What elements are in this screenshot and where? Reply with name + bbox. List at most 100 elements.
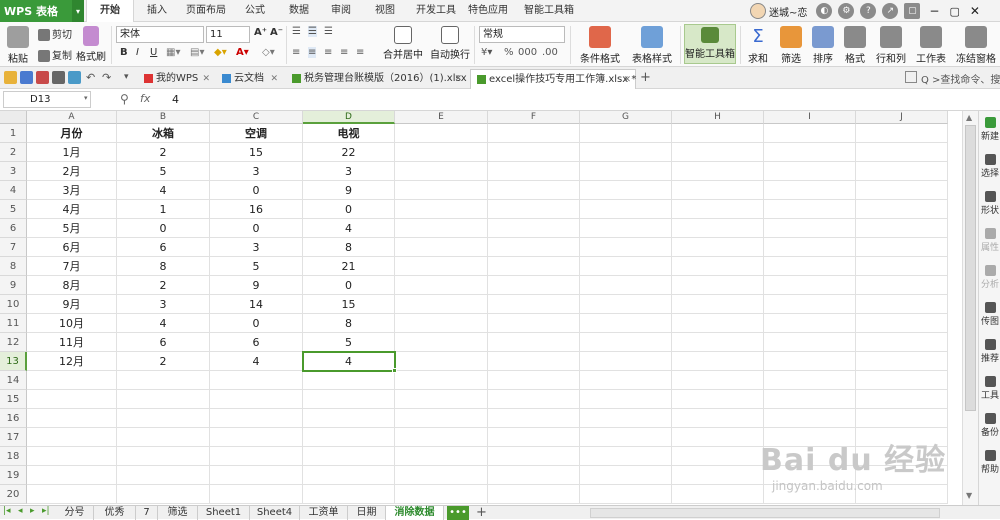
fx-button[interactable]: fx [140,92,150,105]
cell-C13[interactable]: 4 [210,352,303,371]
sheet-tab-1[interactable]: 优秀 [94,506,136,520]
wps-logo-button[interactable]: WPS 表格 [0,0,72,22]
cell-F13[interactable] [488,352,580,371]
cell-H18[interactable] [672,447,764,466]
menu-tab-2[interactable]: 页面布局 [180,0,232,22]
cell-J15[interactable] [856,390,948,409]
worksheet-button[interactable]: 工作表 [914,26,948,65]
add-sheet-button[interactable]: + [476,505,487,520]
cell-B6[interactable]: 0 [117,219,210,238]
cell-A6[interactable]: 5月 [27,219,117,238]
cell-I12[interactable] [764,333,856,352]
cell-E10[interactable] [395,295,488,314]
cell-F18[interactable] [488,447,580,466]
cell-D7[interactable]: 8 [303,238,395,257]
cell-B18[interactable] [117,447,210,466]
menu-tab-4[interactable]: 数据 [282,0,316,22]
row-header-2[interactable]: 2 [0,143,27,162]
cell-style-button[interactable]: ▤▾ [190,47,204,58]
cell-C1[interactable]: 空调 [210,124,303,143]
cell-I13[interactable] [764,352,856,371]
format-button[interactable]: 格式 [842,26,868,65]
cell-F11[interactable] [488,314,580,333]
cell-H1[interactable] [672,124,764,143]
cell-J5[interactable] [856,200,948,219]
side-panel-item-5[interactable]: 传图 [979,302,1000,327]
cell-D8[interactable]: 21 [303,257,395,276]
font-name-select[interactable]: 宋体 [116,26,204,43]
scroll-down-icon[interactable]: ▼ [966,491,972,500]
cell-B8[interactable]: 8 [117,257,210,276]
cell-H16[interactable] [672,409,764,428]
close-tab-icon[interactable]: ✕ [270,69,278,89]
cell-C12[interactable]: 6 [210,333,303,352]
cell-C7[interactable]: 3 [210,238,303,257]
cell-A11[interactable]: 10月 [27,314,117,333]
cell-C16[interactable] [210,409,303,428]
copy-button[interactable]: 复制 [38,47,72,62]
row-header-7[interactable]: 7 [0,238,27,257]
row-header-12[interactable]: 12 [0,333,27,352]
cell-C9[interactable]: 9 [210,276,303,295]
cell-I9[interactable] [764,276,856,295]
cell-A13[interactable]: 12月 [27,352,117,371]
cell-D18[interactable] [303,447,395,466]
cell-B15[interactable] [117,390,210,409]
cell-G6[interactable] [580,219,672,238]
cell-F10[interactable] [488,295,580,314]
cell-B9[interactable]: 2 [117,276,210,295]
cell-B11[interactable]: 4 [117,314,210,333]
row-header-3[interactable]: 3 [0,162,27,181]
cell-J6[interactable] [856,219,948,238]
cell-C4[interactable]: 0 [210,181,303,200]
row-header-17[interactable]: 17 [0,428,27,447]
side-panel-item-3[interactable]: 属性 [979,228,1000,253]
cell-C17[interactable] [210,428,303,447]
smart-toolbox-button[interactable]: 智能工具箱 [684,24,736,64]
cell-A4[interactable]: 3月 [27,181,117,200]
share-icon[interactable]: ↗ [882,3,899,19]
cell-F17[interactable] [488,428,580,447]
name-box-dropdown-icon[interactable]: ▾ [84,94,88,102]
cell-E7[interactable] [395,238,488,257]
row-header-4[interactable]: 4 [0,181,27,200]
side-panel-item-1[interactable]: 选择 [979,154,1000,179]
rows-cols-button[interactable]: 行和列 [874,26,908,65]
cell-E4[interactable] [395,181,488,200]
cell-B2[interactable]: 2 [117,143,210,162]
cell-D19[interactable] [303,466,395,485]
open-icon[interactable] [4,71,17,84]
sort-button[interactable]: 排序 [810,26,836,65]
cell-G14[interactable] [580,371,672,390]
cell-D9[interactable]: 0 [303,276,395,295]
sheet-tab-0[interactable]: 分号 [56,506,94,520]
cell-E16[interactable] [395,409,488,428]
cell-G19[interactable] [580,466,672,485]
close-tab-icon[interactable]: ✕ [454,69,462,89]
menu-tab-3[interactable]: 公式 [238,0,272,22]
cell-D2[interactable]: 22 [303,143,395,162]
vertical-scrollbar[interactable]: ▲ ▼ [962,111,978,505]
cell-J16[interactable] [856,409,948,428]
cell-G18[interactable] [580,447,672,466]
cell-D12[interactable]: 5 [303,333,395,352]
percent-button[interactable]: % [504,47,514,58]
cell-G1[interactable] [580,124,672,143]
menu-tab-8[interactable]: 特色应用 [464,0,512,22]
horizontal-scrollbar[interactable] [590,508,940,518]
freeze-panes-button[interactable]: 冻结窗格 [954,26,998,65]
align-left-icon[interactable]: ≡ [292,47,300,58]
cell-C10[interactable]: 14 [210,295,303,314]
formula-input[interactable]: 4 [166,92,956,108]
cell-J12[interactable] [856,333,948,352]
row-header-13[interactable]: 13 [0,352,27,371]
currency-button[interactable]: ¥▾ [481,47,492,58]
cell-I4[interactable] [764,181,856,200]
side-panel-item-7[interactable]: 工具 [979,376,1000,401]
cell-A17[interactable] [27,428,117,447]
quick-menu-icon[interactable]: ▾ [124,71,137,84]
cell-C19[interactable] [210,466,303,485]
cell-H20[interactable] [672,485,764,504]
cell-F9[interactable] [488,276,580,295]
cell-J3[interactable] [856,162,948,181]
